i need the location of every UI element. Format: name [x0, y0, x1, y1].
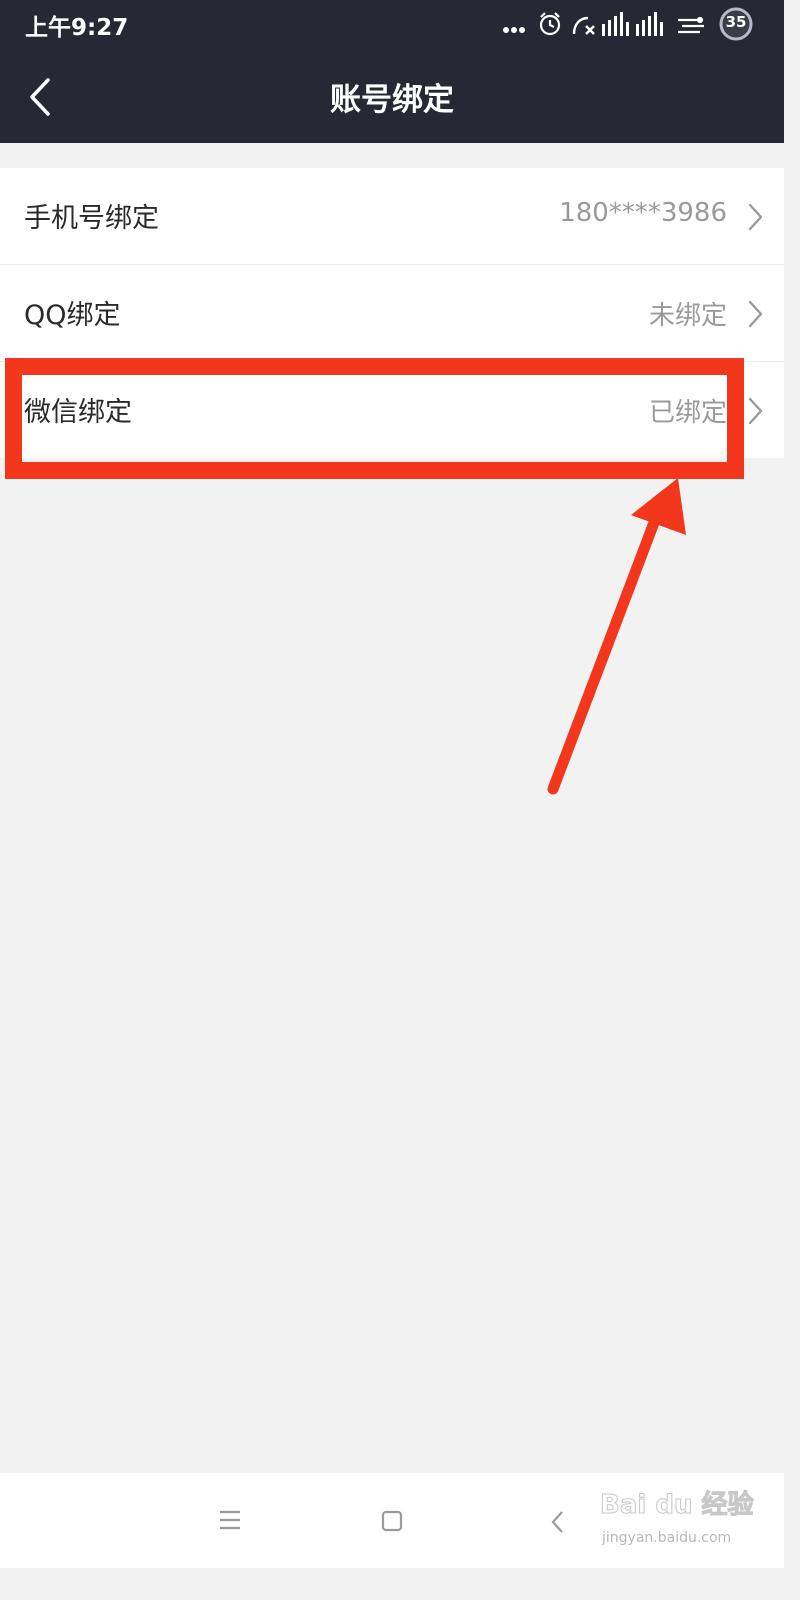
chevron-right-icon — [748, 203, 763, 231]
row-value: 未绑定 — [648, 301, 727, 331]
signal-icon — [636, 12, 663, 36]
phone-binding-row[interactable]: 手机号绑定 180****3986 — [0, 168, 784, 264]
back-chevron-icon[interactable] — [548, 1509, 568, 1535]
qq-binding-row[interactable]: QQ绑定 未绑定 — [0, 265, 784, 361]
home-square-icon[interactable] — [380, 1509, 406, 1535]
baidu-jingyan-watermark: Bai du 经验 jingyan.baidu.com — [600, 1478, 770, 1558]
row-value: 已绑定 — [648, 398, 727, 428]
header-bar: 上午9:27 35 账号绑定 — [0, 0, 784, 143]
chevron-right-icon — [748, 300, 763, 328]
status-time: 上午9:27 — [25, 15, 129, 41]
row-label: 微信绑定 — [24, 397, 132, 428]
more-dots-icon — [503, 27, 525, 33]
watermark-url: jingyan.baidu.com — [602, 1530, 732, 1546]
chevron-right-icon — [748, 397, 763, 425]
alarm-icon — [539, 12, 561, 36]
wifi-icon — [678, 16, 704, 34]
signal-icon — [602, 12, 629, 36]
row-label: QQ绑定 — [24, 300, 121, 331]
watermark-brand: Bai du 经验 — [600, 1490, 754, 1521]
call-muted-icon — [572, 16, 595, 35]
row-label: 手机号绑定 — [24, 203, 159, 234]
battery-level: 35 — [725, 13, 747, 31]
page-title: 账号绑定 — [330, 82, 454, 118]
row-value: 180****3986 — [559, 198, 727, 228]
menu-icon[interactable] — [216, 1509, 244, 1531]
wechat-binding-row[interactable]: 微信绑定 已绑定 — [0, 362, 784, 458]
